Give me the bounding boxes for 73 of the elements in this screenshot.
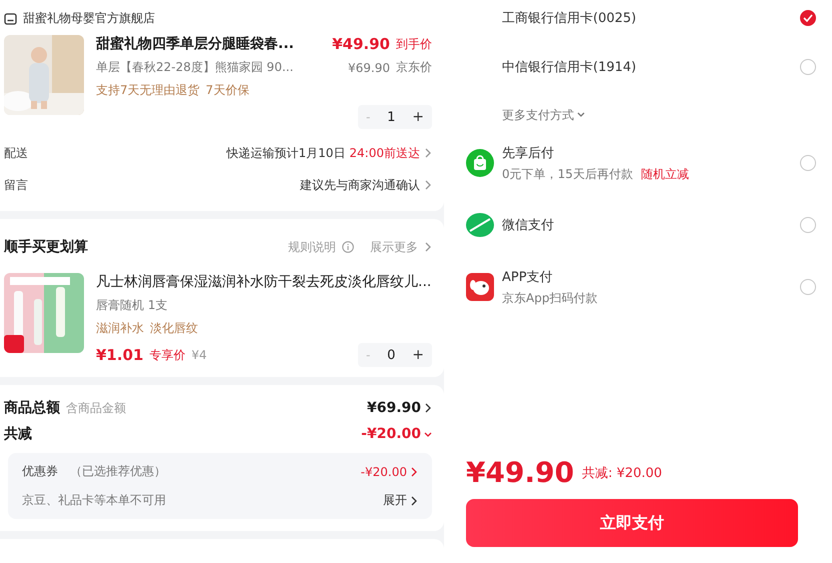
row-value: 建议先与商家沟通确认 xyxy=(300,176,420,194)
pay-total: ¥49.90 xyxy=(466,456,574,489)
payment-name: APP支付 xyxy=(502,268,554,286)
payment-option[interactable]: APP支付 京东App扫码付款 xyxy=(466,256,824,318)
service-tag: 滋润补水 xyxy=(96,320,144,337)
price-label: 专享价 xyxy=(149,346,186,364)
plus-button[interactable]: + xyxy=(412,347,424,363)
delivery-deadline: 24:00前送达 xyxy=(349,144,420,162)
radio-button[interactable] xyxy=(800,217,816,233)
row-value: 快递运输预计1月10日 xyxy=(226,144,346,162)
summary-note: 含商品金额 xyxy=(66,400,126,416)
final-price: ¥49.90 xyxy=(332,35,390,53)
shopping-bag-icon xyxy=(466,149,494,177)
chevron-right-icon xyxy=(424,180,432,190)
plus-button[interactable]: + xyxy=(412,109,424,125)
payment-name: 工商银行信用卡(0025) xyxy=(502,10,636,27)
coupon-note: （已选推荐优惠） xyxy=(70,463,166,480)
quantity-value: 1 xyxy=(387,110,396,124)
dog-icon xyxy=(466,273,494,301)
more-payment-link[interactable]: 更多支付方式 xyxy=(502,106,574,124)
payment-option[interactable]: 工商银行信用卡(0025) xyxy=(466,0,824,36)
radio-button[interactable] xyxy=(800,155,816,171)
payment-option[interactable]: 微信支付 xyxy=(466,194,824,256)
product-spec: 唇膏随机 1支 xyxy=(96,297,168,314)
pay-button[interactable]: 立即支付 xyxy=(466,499,798,547)
expand-link[interactable]: 展开 xyxy=(383,492,407,509)
chevron-right-icon xyxy=(424,403,432,413)
row-label: 留言 xyxy=(4,176,28,194)
product-title: 凡士林润唇膏保湿滋润补水防干裂去死皮淡化唇纹儿... xyxy=(96,273,432,291)
radio-button[interactable] xyxy=(800,59,816,75)
coupon-amount[interactable]: -¥20.00 xyxy=(360,464,407,478)
store-name[interactable]: 甜蜜礼物母婴官方旗舰店 xyxy=(23,10,155,27)
unavailable-note: 京豆、礼品卡等本单不可用 xyxy=(22,492,166,509)
radio-button[interactable] xyxy=(800,279,816,295)
checked-radio[interactable] xyxy=(800,10,816,26)
chevron-right-icon xyxy=(424,148,432,158)
original-price: ¥4 xyxy=(191,348,207,362)
promo-note: 随机立减 xyxy=(640,166,689,182)
payment-option[interactable]: 中信银行信用卡(1914) xyxy=(466,36,824,98)
jd-price-label: 京东价 xyxy=(396,59,432,76)
payment-note: 0元下单，15天后再付款 xyxy=(502,166,633,182)
service-tag: 7天价保 xyxy=(206,82,250,99)
chevron-right-icon xyxy=(410,466,418,476)
check-icon xyxy=(803,14,813,22)
payment-name: 先享后付 xyxy=(502,144,555,162)
saved-amount: 共减: ¥20.00 xyxy=(582,464,662,482)
service-tag: 支持7天无理由退货 xyxy=(96,82,200,99)
chevron-right-icon xyxy=(410,496,418,506)
jd-price: ¥69.90 xyxy=(348,60,390,74)
payment-name: 中信银行信用卡(1914) xyxy=(502,59,636,76)
discount-amount[interactable]: -¥20.00 xyxy=(361,426,421,442)
summary-label: 商品总额 xyxy=(4,399,60,417)
chat-icon xyxy=(466,211,494,239)
quantity-stepper[interactable]: - 0 + xyxy=(358,343,432,367)
price-label: 到手价 xyxy=(396,36,432,52)
special-price: ¥1.01 xyxy=(96,346,144,364)
total-amount[interactable]: ¥69.90 xyxy=(366,400,421,416)
chevron-down-icon xyxy=(424,430,432,440)
product-title: 甜蜜礼物四季单层分腿睡袋春... xyxy=(96,35,294,53)
section-title: 顺手买更划算 xyxy=(4,238,88,256)
chevron-right-icon xyxy=(424,242,432,252)
info-icon xyxy=(342,241,354,253)
payment-name: 微信支付 xyxy=(502,217,554,234)
coupon-label: 优惠券 xyxy=(22,463,58,480)
quantity-stepper[interactable]: - 1 + xyxy=(358,105,432,129)
payment-option[interactable]: 先享后付 0元下单，15天后再付款 随机立减 xyxy=(466,132,824,194)
discount-label: 共减 xyxy=(4,425,32,443)
payment-note: 京东App扫码付款 xyxy=(502,290,598,306)
product-spec: 单层【春秋22-28度】熊猫家园 90... xyxy=(96,59,294,76)
row-label: 配送 xyxy=(4,144,28,162)
store-icon xyxy=(4,12,17,24)
quantity-value: 0 xyxy=(387,348,396,362)
service-tag: 淡化唇纹 xyxy=(150,320,198,337)
